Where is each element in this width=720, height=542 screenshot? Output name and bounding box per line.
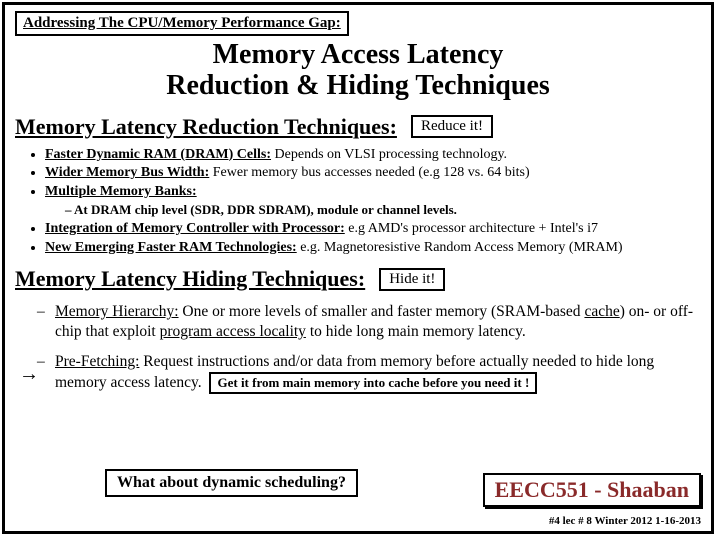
list-item: Integration of Memory Controller with Pr… [45, 220, 701, 238]
item-term: Pre-Fetching: [55, 353, 139, 370]
item-term: Wider Memory Bus Width: [45, 165, 209, 180]
slide-title: Memory Access Latency Reduction & Hiding… [15, 40, 701, 102]
course-badge: EECC551 - Shaaban [483, 473, 701, 507]
context-banner: Addressing The CPU/Memory Performance Ga… [15, 11, 349, 36]
item-term: Faster Dynamic RAM (DRAM) Cells: [45, 147, 271, 162]
arrow-icon: → [19, 363, 39, 386]
prefetch-callout: Get it from main memory into cache befor… [209, 372, 537, 395]
list-item: New Emerging Faster RAM Technologies: e.… [45, 239, 701, 257]
list-item: Multiple Memory Banks: [45, 183, 701, 201]
item-term: Integration of Memory Controller with Pr… [45, 221, 345, 236]
item-desc: Depends on VLSI processing technology. [271, 147, 507, 162]
item-text: One or more levels of smaller and faster… [179, 303, 585, 320]
hide-badge: Hide it! [379, 268, 445, 291]
section-2-row: Memory Latency Hiding Techniques: Hide i… [15, 262, 701, 296]
item-text: to hide long main memory latency. [306, 323, 526, 340]
item-desc: Fewer memory bus accesses needed (e.g 12… [209, 165, 529, 180]
section-2-heading: Memory Latency Hiding Techniques: [15, 266, 365, 292]
list-item: Memory Hierarchy: One or more levels of … [37, 302, 701, 342]
item-underline: program access locality [160, 323, 306, 340]
item-underline: cache [584, 303, 619, 320]
list-item: Pre-Fetching: Request instructions and/o… [37, 352, 701, 394]
footer-text: #4 lec # 8 Winter 2012 1-16-2013 [549, 515, 701, 527]
section-1-row: Memory Latency Reduction Techniques: Red… [15, 110, 701, 144]
hiding-list: Memory Hierarchy: One or more levels of … [37, 302, 701, 394]
item-desc: e.g. Magnetoresistive Random Access Memo… [297, 240, 623, 255]
reduce-badge: Reduce it! [411, 115, 493, 138]
item-term: Multiple Memory Banks: [45, 184, 197, 199]
reduction-list-2: Integration of Memory Controller with Pr… [45, 220, 701, 256]
reduction-list: Faster Dynamic RAM (DRAM) Cells: Depends… [45, 146, 701, 201]
title-line-2: Reduction & Hiding Techniques [166, 70, 550, 101]
list-item: Wider Memory Bus Width: Fewer memory bus… [45, 164, 701, 182]
list-item: Faster Dynamic RAM (DRAM) Cells: Depends… [45, 146, 701, 164]
section-1-heading: Memory Latency Reduction Techniques: [15, 114, 397, 140]
slide-frame: Addressing The CPU/Memory Performance Ga… [2, 2, 714, 534]
sublist-item: At DRAM chip level (SDR, DDR SDRAM), mod… [65, 202, 701, 218]
item-term: New Emerging Faster RAM Technologies: [45, 240, 297, 255]
item-desc: e.g AMD's processor architecture + Intel… [345, 221, 598, 236]
reduction-sublist: At DRAM chip level (SDR, DDR SDRAM), mod… [65, 202, 701, 218]
title-line-1: Memory Access Latency [213, 39, 504, 70]
question-box: What about dynamic scheduling? [105, 469, 358, 497]
item-term: Memory Hierarchy: [55, 303, 179, 320]
